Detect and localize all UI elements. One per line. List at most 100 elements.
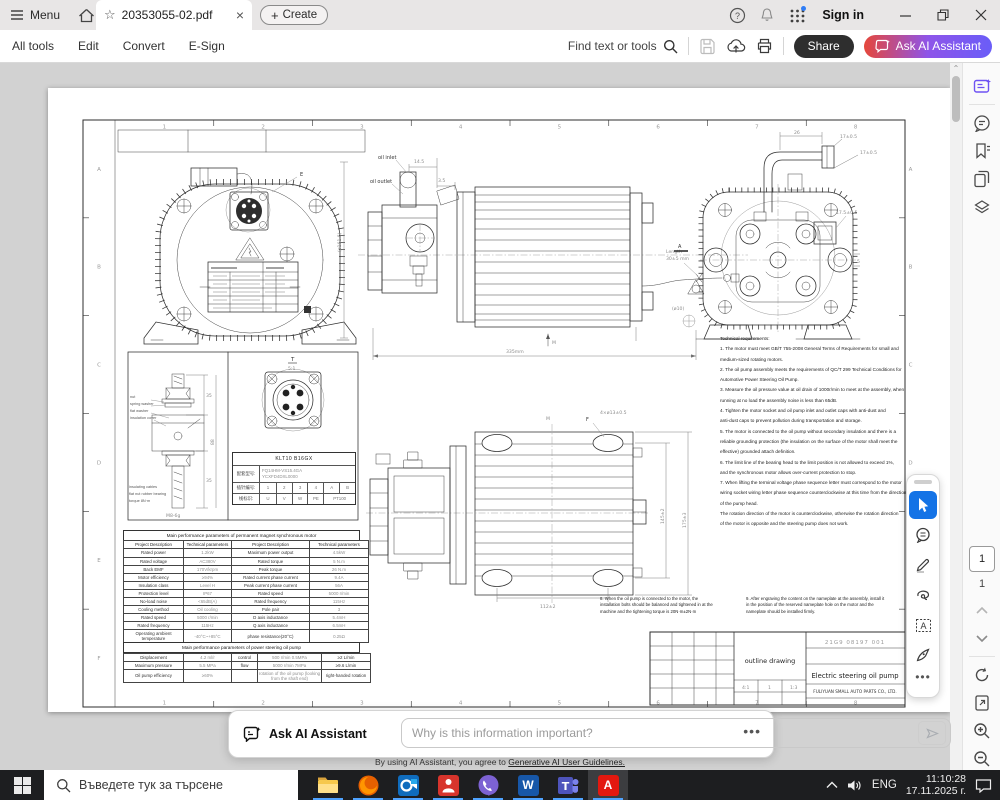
print-button[interactable]: [756, 38, 773, 54]
notifications-button[interactable]: [752, 0, 782, 30]
minimize-icon: [900, 10, 911, 21]
svg-text:D: D: [908, 460, 912, 466]
view-pump-end: 26 17±0.5 17±0.5 17.5±0.5 5 A: [674, 130, 877, 339]
minimize-button[interactable]: [886, 0, 924, 30]
dim-14-5: 14.5: [414, 159, 424, 165]
restore-button[interactable]: [924, 0, 962, 30]
spec-tables: Main performance parameters of permanent…: [123, 530, 360, 683]
bookmarks-panel-button[interactable]: [963, 137, 1000, 165]
menu-button[interactable]: Menu: [10, 8, 60, 22]
page-number-input[interactable]: 1: [969, 546, 995, 572]
tab-close-icon[interactable]: ×: [236, 7, 244, 23]
scale-3: 1:3: [790, 685, 797, 691]
ask-ai-assistant-button[interactable]: Ask AI Assistant: [864, 35, 992, 58]
taskbar-outlook[interactable]: [388, 770, 428, 800]
taskbar-word[interactable]: W: [508, 770, 548, 800]
svg-text:C: C: [909, 363, 913, 369]
right-panel-rail: 1 1: [962, 62, 1000, 770]
previous-page-button[interactable]: [963, 596, 1000, 624]
home-button[interactable]: [78, 8, 95, 23]
tab-esign[interactable]: E-Sign: [189, 39, 225, 53]
vertical-scrollbar[interactable]: ⌃: [950, 62, 962, 770]
acrobat-toolbar: All tools Edit Convert E-Sign Find text …: [0, 30, 1000, 63]
document-tab[interactable]: ☆ 20353055-02.pdf ×: [96, 0, 252, 30]
comment-tool-button[interactable]: [909, 521, 937, 549]
sign-in-button[interactable]: Sign in: [822, 8, 864, 22]
tab-convert[interactable]: Convert: [123, 39, 165, 53]
label-a: A: [678, 244, 682, 250]
taskbar-search-box[interactable]: Въведете тук за търсене: [44, 770, 298, 800]
fit-page-button[interactable]: [963, 689, 1000, 717]
send-button[interactable]: [918, 721, 946, 745]
taskbar-firefox[interactable]: [348, 770, 388, 800]
svg-text:5: 5: [558, 701, 562, 707]
taskbar-apps: W T A: [308, 770, 628, 800]
taskbar-red-app[interactable]: [428, 770, 468, 800]
disclaimer-text: By using AI Assistant, you agree to: [375, 757, 508, 767]
dim-335: 335mm: [506, 349, 524, 355]
label-e: E: [300, 172, 303, 178]
guidelines-link[interactable]: Generative AI User Guidelines.: [508, 757, 625, 767]
tray-expand-button[interactable]: [826, 781, 838, 789]
connector-model: KLT10 B16GX: [233, 453, 355, 465]
tab-all-tools[interactable]: All tools: [12, 39, 54, 53]
pdf-page: 1122334455667788AABBCCDDEEFF: [48, 88, 950, 712]
language-indicator[interactable]: ENG: [872, 779, 897, 791]
zoom-in-button[interactable]: [963, 717, 1000, 745]
volume-button[interactable]: [847, 779, 863, 792]
dim-dia10: (ø10): [672, 306, 684, 312]
ai-bar-header[interactable]: Ask AI Assistant: [243, 726, 367, 742]
svg-text:A: A: [97, 167, 101, 173]
svg-text:8: 8: [854, 125, 858, 131]
create-label: Create: [283, 9, 318, 21]
layers-panel-button[interactable]: [963, 193, 1000, 221]
upload-cloud-button[interactable]: [726, 38, 746, 54]
star-icon[interactable]: ☆: [104, 7, 116, 23]
start-button[interactable]: [0, 770, 44, 800]
dim-m8: M8-6g: [166, 513, 180, 519]
select-tool-button[interactable]: [909, 491, 937, 519]
taskbar-viber[interactable]: [468, 770, 508, 800]
ai-bar-more-button[interactable]: •••: [743, 723, 761, 739]
drag-handle[interactable]: [914, 480, 932, 484]
scroll-up-arrow[interactable]: ⌃: [951, 64, 961, 74]
close-window-button[interactable]: [962, 0, 1000, 30]
next-page-button[interactable]: [963, 624, 1000, 652]
draw-tool-button[interactable]: [909, 581, 937, 609]
find-text-button[interactable]: Find text or tools: [568, 39, 678, 54]
highlight-tool-button[interactable]: [909, 551, 937, 579]
upload-cloud-icon: [726, 38, 746, 54]
comments-panel-button[interactable]: [963, 109, 1000, 137]
divider: [969, 656, 995, 657]
taskbar-teams[interactable]: T: [548, 770, 588, 800]
svg-text:B: B: [97, 265, 101, 271]
pages-panel-button[interactable]: [963, 165, 1000, 193]
rotate-page-button[interactable]: [963, 661, 1000, 689]
taskbar-file-explorer[interactable]: [308, 770, 348, 800]
taskbar-clock[interactable]: 11:10:28 17.11.2025 г.: [906, 773, 966, 797]
create-button[interactable]: + Create: [260, 5, 328, 25]
zoom-out-button[interactable]: [963, 745, 1000, 773]
label-m2: M: [546, 416, 550, 422]
share-button[interactable]: Share: [794, 35, 854, 58]
quick-tools-panel: A •••: [906, 474, 940, 698]
motor-spec-table: Rated power1.2kWMaximum power output4.5k…: [123, 548, 369, 643]
home-icon: [78, 8, 95, 23]
rail-ai-assistant-button[interactable]: [963, 72, 1000, 100]
part-number: 21G9 08197 001: [825, 640, 885, 646]
more-tools-button[interactable]: •••: [915, 670, 931, 684]
scrollbar-thumb[interactable]: [952, 76, 960, 122]
save-button[interactable]: [699, 38, 716, 55]
action-center-button[interactable]: [975, 778, 992, 793]
tab-edit[interactable]: Edit: [78, 39, 99, 53]
pages-icon: [973, 170, 991, 188]
clock-date: 17.11.2025 г.: [906, 785, 966, 797]
sign-tool-button[interactable]: [909, 641, 937, 669]
apps-grid-button[interactable]: [782, 0, 812, 30]
taskbar-acrobat-active[interactable]: A: [588, 770, 628, 800]
add-text-tool-button[interactable]: A: [909, 611, 937, 639]
svg-text:E: E: [97, 558, 101, 564]
help-button[interactable]: ?: [722, 0, 752, 30]
ai-question-input[interactable]: Why is this information important?: [401, 718, 951, 748]
dim-3-5: 3.5: [438, 178, 445, 184]
